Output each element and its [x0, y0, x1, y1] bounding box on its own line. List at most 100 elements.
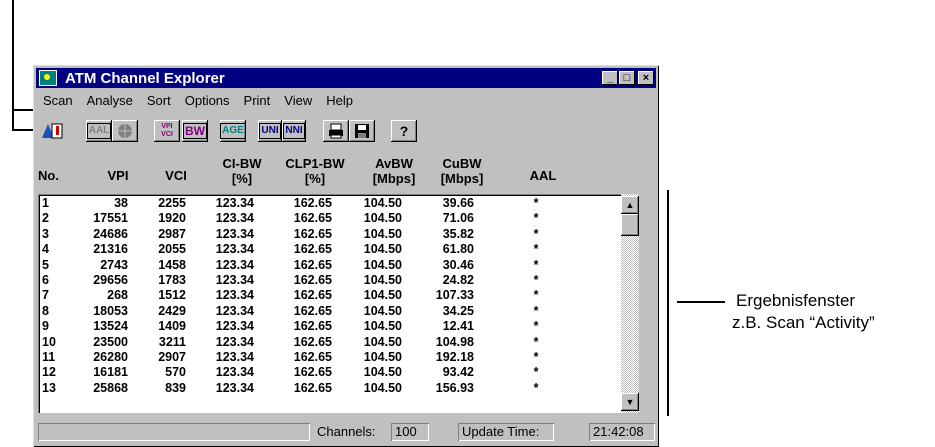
table-cell: 104.98 — [435, 334, 474, 349]
print-button[interactable] — [323, 120, 349, 142]
table-cell: 123.34 — [215, 319, 254, 334]
table-row[interactable]: 1 38 2255 123.34 162.65 104.50 39.66 * — [38, 196, 618, 211]
uni-button[interactable]: UNI — [258, 120, 282, 142]
results-list[interactable]: 1 38 2255 123.34 162.65 104.50 39.66 * 2 17551 192… — [38, 194, 621, 413]
table-cell: 7 — [42, 288, 49, 303]
table-cell: * — [533, 257, 539, 272]
table-cell: 9 — [42, 319, 49, 334]
col-header-cubw[interactable]: CuBW [Mbps] — [434, 156, 490, 186]
table-row[interactable]: 8 18053 2429 123.34 162.65 104.50 34.25 * — [38, 303, 618, 319]
table-cell: * — [533, 196, 539, 210]
table-cell: 104.50 — [363, 288, 402, 303]
table-cell: 123.34 — [215, 350, 254, 364]
table-cell: 123.34 — [215, 365, 254, 380]
app-icon[interactable] — [39, 70, 57, 86]
col-header-clp1-bw[interactable]: CLP1-BW [%] — [282, 156, 348, 186]
table-cell: 123.34 — [215, 334, 254, 349]
table-cell: 6 — [42, 273, 49, 287]
age-button[interactable]: AGE — [220, 120, 246, 142]
table-row[interactable]: 9 13524 1409 123.34 162.65 104.50 12.41 * — [38, 320, 618, 334]
menu-sort[interactable]: Sort — [140, 93, 178, 108]
vpi-vci-button[interactable]: VPI VCI — [154, 120, 180, 142]
table-cell: 8 — [42, 303, 49, 318]
table-cell: 1 — [42, 196, 49, 210]
table-cell: 104.50 — [363, 196, 402, 210]
scroll-thumb[interactable] — [621, 214, 639, 236]
scroll-up-icon[interactable]: ▲ — [621, 196, 639, 214]
table-cell: 839 — [165, 380, 186, 395]
table-row[interactable]: 10 23500 3211 123.34 162.65 104.50 104.98 * — [38, 334, 618, 350]
scroll-down-icon[interactable]: ▼ — [621, 393, 639, 411]
menu-scan[interactable]: Scan — [36, 93, 80, 108]
table-cell: 104.50 — [363, 365, 402, 380]
col-header-aal[interactable]: AAL — [518, 168, 568, 183]
close-button[interactable]: × — [638, 71, 654, 85]
scan-run-icon[interactable] — [38, 120, 66, 142]
table-cell: 2743 — [100, 257, 128, 272]
table-cell: 23500 — [93, 334, 128, 349]
table-row[interactable]: 3 24686 2987 123.34 162.65 104.50 35.82 * — [38, 226, 618, 242]
table-cell: 21316 — [93, 242, 128, 257]
table-cell: 162.65 — [293, 334, 332, 349]
menu-view[interactable]: View — [277, 93, 319, 108]
save-button[interactable] — [349, 120, 375, 142]
globe-button[interactable] — [112, 120, 138, 142]
menu-options[interactable]: Options — [178, 93, 237, 108]
table-cell: 18053 — [93, 303, 128, 318]
col-header-vpi[interactable]: VPI — [98, 168, 138, 183]
table-cell: 268 — [107, 288, 128, 303]
table-cell: 1783 — [158, 273, 186, 287]
title-bar[interactable]: ATM Channel Explorer _ □ × — [36, 68, 656, 88]
table-cell: 123.34 — [215, 211, 254, 226]
annotation-line — [12, 109, 14, 131]
table-cell: * — [533, 365, 539, 380]
minimize-button[interactable]: _ — [602, 71, 618, 85]
table-cell: * — [533, 226, 539, 241]
aal-button[interactable]: AAL — [86, 120, 112, 142]
table-cell: 34.25 — [442, 303, 474, 318]
table-row[interactable]: 13 25868 839 123.34 162.65 104.50 156.93 * — [38, 380, 618, 396]
table-row[interactable]: 5 2743 1458 123.34 162.65 104.50 30.46 * — [38, 257, 618, 273]
table-cell: 162.65 — [293, 242, 332, 257]
table-cell: 104.50 — [363, 334, 402, 349]
table-row[interactable]: 11 26280 2907 123.34 162.65 104.50 192.18 * — [38, 350, 618, 365]
menu-help[interactable]: Help — [319, 93, 360, 108]
table-row[interactable]: 2 17551 1920 123.34 162.65 104.50 71.06 * — [38, 212, 618, 226]
table-cell: * — [533, 334, 539, 349]
menu-analyse[interactable]: Analyse — [80, 93, 140, 108]
app-window: ATM Channel Explorer _ □ × Scan Analyse … — [33, 65, 659, 447]
table-cell: 61.80 — [442, 242, 474, 257]
menu-bar: Scan Analyse Sort Options Print View Hel… — [36, 90, 656, 110]
table-cell: 93.42 — [442, 365, 474, 380]
table-cell: 25868 — [93, 380, 128, 395]
table-row[interactable]: 4 21316 2055 123.34 162.65 104.50 61.80 * — [38, 243, 618, 257]
table-cell: 104.50 — [363, 380, 402, 395]
table-row[interactable]: 6 29656 1783 123.34 162.65 104.50 24.82 * — [38, 273, 618, 288]
maximize-button[interactable]: □ — [619, 71, 635, 85]
table-row[interactable]: 12 16181 570 123.34 162.65 104.50 93.42 * — [38, 366, 618, 380]
table-cell: 3211 — [158, 334, 186, 349]
table-cell: 162.65 — [293, 380, 332, 395]
help-button[interactable]: ? — [391, 120, 417, 142]
table-cell: 16181 — [93, 365, 128, 380]
table-cell: 2 — [42, 211, 49, 226]
col-header-no[interactable]: No. — [38, 168, 78, 183]
table-cell: 123.34 — [215, 288, 254, 303]
menu-print[interactable]: Print — [237, 93, 278, 108]
channels-label: Channels: — [317, 424, 376, 439]
col-header-vci[interactable]: VCI — [156, 168, 196, 183]
table-cell: 38 — [114, 196, 128, 210]
bw-button[interactable]: BW — [182, 120, 208, 142]
channels-value: 100 — [391, 423, 429, 441]
table-row[interactable]: 7 268 1512 123.34 162.65 104.50 107.33 * — [38, 289, 618, 303]
status-panel — [38, 423, 310, 441]
update-time-value: 21:42:08 — [589, 423, 655, 441]
table-cell: * — [533, 242, 539, 257]
annotation-line — [677, 301, 725, 303]
nni-button[interactable]: NNI — [282, 120, 306, 142]
col-header-avbw[interactable]: AvBW [Mbps] — [366, 156, 422, 186]
vertical-scrollbar[interactable]: ▲ ▼ — [621, 194, 639, 413]
table-cell: 162.65 — [293, 319, 332, 334]
table-cell: 104.50 — [363, 273, 402, 287]
col-header-ci-bw[interactable]: CI-BW [%] — [212, 156, 272, 186]
